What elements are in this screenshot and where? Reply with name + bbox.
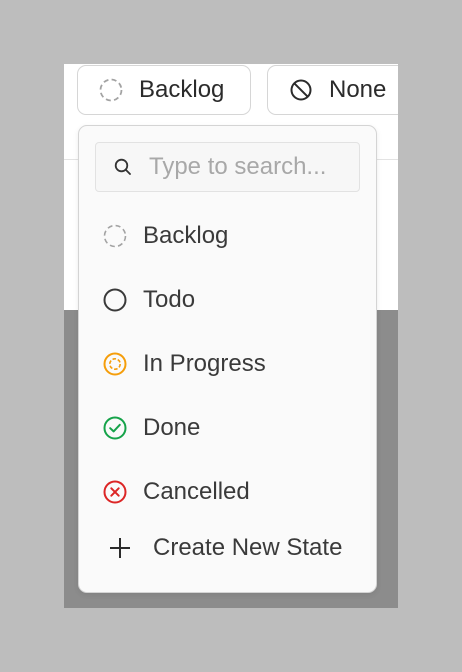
- state-dropdown-menu: Backlog Todo In Progress Done Cancelled: [78, 125, 377, 593]
- in-progress-circle-icon: [103, 352, 127, 376]
- search-input[interactable]: [149, 153, 339, 181]
- option-label: Backlog: [143, 222, 229, 249]
- option-label: Todo: [143, 286, 196, 313]
- backlog-dashed-circle-icon: [99, 78, 123, 102]
- todo-circle-icon: [103, 288, 127, 312]
- state-select-label: Backlog: [139, 76, 225, 103]
- create-new-state-button[interactable]: Create New State: [79, 520, 376, 576]
- priority-select-button[interactable]: None: [267, 65, 398, 115]
- search-icon: [114, 158, 131, 175]
- option-todo[interactable]: Todo: [79, 272, 376, 328]
- option-done[interactable]: Done: [79, 400, 376, 456]
- cancelled-x-circle-icon: [103, 480, 127, 504]
- done-check-circle-icon: [103, 416, 127, 440]
- backlog-dashed-circle-icon: [103, 224, 127, 248]
- option-in-progress[interactable]: In Progress: [79, 336, 376, 392]
- state-select-button[interactable]: Backlog: [77, 65, 251, 115]
- create-new-state-label: Create New State: [153, 534, 343, 561]
- option-label: Done: [143, 414, 201, 441]
- search-box[interactable]: [95, 142, 360, 192]
- no-priority-icon: [290, 79, 312, 101]
- priority-select-label: None: [329, 76, 387, 103]
- option-backlog[interactable]: Backlog: [79, 208, 376, 264]
- option-cancelled[interactable]: Cancelled: [79, 464, 376, 520]
- option-label: In Progress: [143, 350, 266, 377]
- plus-icon: [110, 538, 130, 558]
- option-label: Cancelled: [143, 478, 250, 505]
